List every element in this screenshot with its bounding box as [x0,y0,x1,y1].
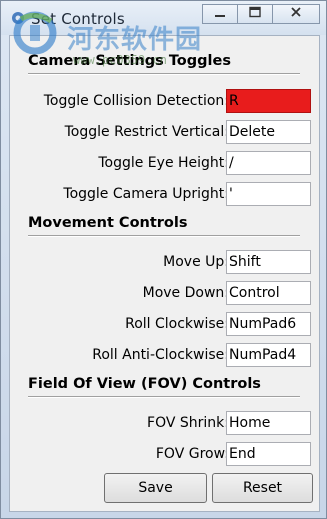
window-title: Set Controls [31,10,125,28]
setting-label: Toggle Eye Height: [98,155,229,171]
setting-label: Toggle Collision Detection: [43,93,229,109]
fov-section-title: Field Of View (FOV) Controls [28,376,261,392]
setting-row: Move Down: Control [10,281,321,305]
move-down-key-field[interactable]: Control [226,281,311,305]
minimize-button[interactable] [202,4,238,24]
setting-row: Move Up: Shift [10,250,321,274]
setting-label: Roll Anti-Clockwise: [92,347,229,363]
save-button[interactable]: Save [104,473,207,503]
setting-label: Roll Clockwise: [125,316,229,332]
roll-clockwise-key-field[interactable]: NumPad6 [226,312,311,336]
roll-anticlockwise-key-field[interactable]: NumPad4 [226,343,311,367]
setting-row: Roll Clockwise: NumPad6 [10,312,321,336]
camera-upright-key-field[interactable]: ' [226,182,311,206]
setting-label: FOV Shrink: [147,415,229,431]
reset-button[interactable]: Reset [212,473,313,503]
fov-grow-key-field[interactable]: End [226,442,311,466]
camera-section-title: Camera Settings Toggles [28,53,231,69]
restrict-vertical-key-field[interactable]: Delete [226,120,311,144]
setting-row: Toggle Camera Upright: ' [10,182,321,206]
setting-label: FOV Grow: [155,446,229,462]
title-bar[interactable]: Set Controls [1,1,326,35]
section-divider [28,396,300,398]
set-controls-window: Set Controls Camera Settings Toggles Tog… [0,0,327,519]
window-controls [202,4,320,24]
minimize-icon [214,6,226,22]
restore-button[interactable] [237,4,273,24]
section-divider [28,73,300,75]
setting-row: FOV Grow: End [10,442,321,466]
close-button[interactable] [272,4,320,24]
section-divider [28,235,300,237]
eye-height-key-field[interactable]: / [226,151,311,175]
setting-label: Toggle Restrict Vertical: [64,124,229,140]
setting-row: FOV Shrink: Home [10,411,321,435]
collision-detection-key-field[interactable]: R [226,89,311,113]
setting-row: Toggle Collision Detection: R [10,89,321,113]
settings-panel: Camera Settings Toggles Toggle Collision… [9,35,320,512]
setting-row: Roll Anti-Clockwise: NumPad4 [10,343,321,367]
restore-icon [248,6,262,22]
app-icon [9,9,27,27]
close-icon [290,6,302,22]
setting-label: Move Down: [142,285,229,301]
move-up-key-field[interactable]: Shift [226,250,311,274]
setting-label: Move Up: [163,254,229,270]
movement-section-title: Movement Controls [28,215,188,231]
fov-shrink-key-field[interactable]: Home [226,411,311,435]
setting-row: Toggle Restrict Vertical: Delete [10,120,321,144]
setting-label: Toggle Camera Upright: [63,186,229,202]
setting-row: Toggle Eye Height: / [10,151,321,175]
